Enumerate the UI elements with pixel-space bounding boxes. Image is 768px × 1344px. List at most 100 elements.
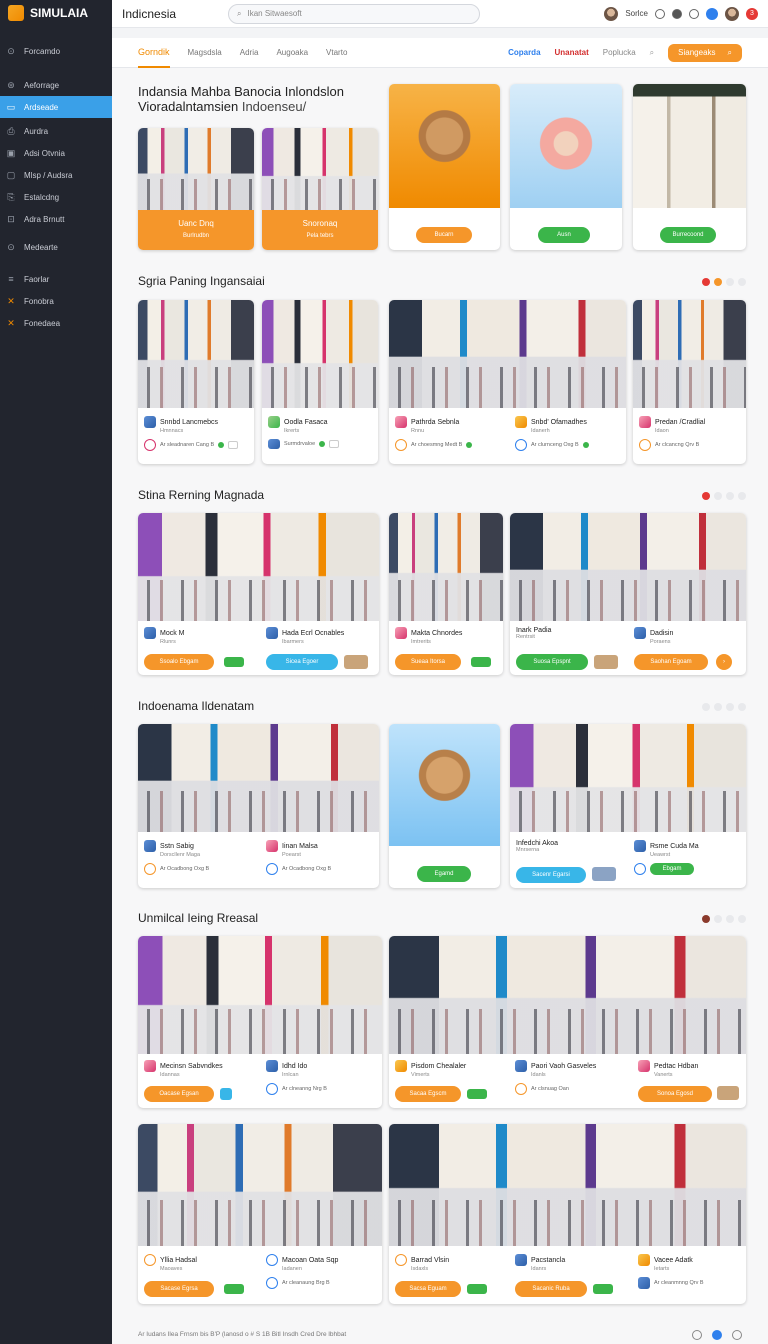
- tab-adria[interactable]: Adria: [240, 38, 259, 68]
- promo-card[interactable]: Ausn: [510, 84, 622, 250]
- listing-button[interactable]: Sueaa Itorsa: [395, 654, 461, 670]
- sidebar-item-fonedaea[interactable]: ✕ Fonedaea: [0, 312, 112, 334]
- doc-icon: ⎙: [7, 125, 15, 136]
- tab-vtarto[interactable]: Vtarto: [326, 38, 347, 68]
- listing-card[interactable]: Yllia Hadsal Maoaves Sacase Egrsa Macoan…: [138, 1124, 382, 1304]
- share-icon[interactable]: [220, 1088, 232, 1100]
- sidebar-item-aurdra[interactable]: ⎙ Aurdra: [0, 120, 112, 142]
- primary-action-button[interactable]: Siangeaks ⌕: [668, 43, 742, 62]
- promo-button[interactable]: Ausn: [538, 227, 590, 243]
- tag-badge: [467, 1284, 487, 1294]
- listing-card[interactable]: Predan /Cradlial Idaon Ar clcancng Qrv B: [633, 300, 746, 464]
- settings-icon[interactable]: [672, 8, 682, 19]
- profile-avatar[interactable]: [725, 6, 739, 21]
- tag-icon: ⊛: [7, 79, 15, 90]
- listing-card[interactable]: Pisdom Chealaler Vimerts Sacaa Egscm Pao…: [389, 936, 746, 1108]
- section-controls[interactable]: [702, 278, 746, 286]
- promo-card[interactable]: Burrecoond: [633, 84, 746, 250]
- promo-button[interactable]: Bucarn: [416, 227, 472, 243]
- listing-name: Rsme Cuda Ma: [650, 842, 699, 850]
- sidebar-item-mlsp-audsra[interactable]: ▢ Mlsp / Audsra: [0, 164, 112, 186]
- listing-button[interactable]: Sonoa Egosd: [638, 1086, 712, 1102]
- tab-link-unanatat[interactable]: Unanatat: [555, 48, 589, 57]
- settings-icon: ⎘: [7, 191, 15, 202]
- listing-button[interactable]: Sacanic Ruba: [515, 1281, 587, 1297]
- section-controls[interactable]: [702, 915, 746, 923]
- hero-card[interactable]: Snoronaq Pela tebrs: [262, 128, 378, 250]
- listing-name: Idhd Ido: [282, 1062, 308, 1070]
- notification-badge[interactable]: 3: [746, 7, 758, 20]
- listing-button[interactable]: Suosa Epspnt: [516, 654, 588, 670]
- help-icon[interactable]: [655, 8, 665, 19]
- brand-icon: [634, 863, 646, 875]
- promo-card[interactable]: Bucarn: [389, 84, 500, 250]
- listing-button[interactable]: Sacenr Egarsi: [516, 867, 586, 883]
- user-avatar[interactable]: [604, 6, 619, 21]
- logo-mark-icon: [8, 5, 24, 21]
- sidebar-item-faorlar[interactable]: ≡ Faorlar: [0, 268, 112, 290]
- grid-icon: ▭: [6, 101, 16, 112]
- listing-button[interactable]: Sacsa Eguam: [395, 1281, 461, 1297]
- section-controls[interactable]: [702, 492, 746, 500]
- chart-icon: ⊡: [7, 213, 15, 224]
- listing-sub: Ietarts: [654, 1266, 670, 1272]
- listing-card[interactable]: Mecinsn Sabvndkes Idannas Oacase Egsan I…: [138, 936, 382, 1108]
- chat-icon[interactable]: [712, 1330, 722, 1340]
- mall-photo: [633, 300, 746, 408]
- listing-card[interactable]: Infedchi Akoa Mnrserna Sacenr Egarsi Rsm…: [510, 724, 746, 888]
- tab-link-coparda[interactable]: Coparda: [508, 48, 540, 57]
- next-arrow-icon[interactable]: ›: [716, 654, 732, 670]
- brand-icon: [395, 439, 407, 451]
- listing-sub: Idanerh: [531, 428, 550, 434]
- promo-button[interactable]: Egamd: [417, 866, 471, 882]
- sidebar-item-estalcdng[interactable]: ⎘ Estalcdng: [0, 186, 112, 208]
- listing-button[interactable]: Oacase Egsan: [144, 1086, 214, 1102]
- favorite-icon[interactable]: [228, 441, 239, 449]
- bell-icon[interactable]: [706, 7, 718, 20]
- search-box[interactable]: ⌕ Ikan Sitwaesoft: [228, 3, 480, 24]
- tab-link-poplucka[interactable]: Poplucka: [603, 48, 636, 57]
- tab-gorndik[interactable]: Gorndik: [138, 38, 170, 68]
- brand-name: SIMULAIA: [30, 6, 88, 20]
- sidebar-item-adsi-otvnia[interactable]: ▣ Adsi Otvnia: [0, 142, 112, 164]
- listing-card[interactable]: Barrad Vlsin Isdaxls Sacsa Eguam Pacstan…: [389, 1124, 746, 1304]
- tab-magsdsla[interactable]: Magsdsla: [188, 38, 222, 68]
- listing-card[interactable]: Inark Padia Rentrsit Suosa Epspnt Dadisi…: [510, 513, 746, 675]
- sidebar-item-ardseade[interactable]: ▭ Ardseade: [0, 96, 112, 118]
- tab-augoaka[interactable]: Augoaka: [276, 38, 308, 68]
- listing-card[interactable]: Pathrda Sebnla Rnnu Ar choesmng Medt B S…: [389, 300, 626, 464]
- listing-button[interactable]: Sicea Egoer: [266, 654, 338, 670]
- search-icon: ⌕: [727, 47, 732, 57]
- info-icon[interactable]: [732, 1330, 742, 1340]
- promo-button[interactable]: Burrecoond: [660, 227, 716, 243]
- listing-card[interactable]: Snnbd Lancmebcs Hmnnacs Ar sleadnaren Ca…: [138, 300, 254, 464]
- search-input[interactable]: Ikan Sitwaesoft: [247, 9, 301, 18]
- globe-icon[interactable]: [689, 8, 699, 19]
- listing-card[interactable]: Sstn Sabig Dorscllenr Maga Ar Ocadbong O…: [138, 724, 379, 888]
- sidebar-item-medearte[interactable]: ⊙ Medearte: [0, 236, 112, 258]
- listing-sub: Idanrs: [531, 1266, 547, 1272]
- listing-button[interactable]: Ssoalo Ebgam: [144, 654, 214, 670]
- sidebar-item-forcamdo[interactable]: ⊙ Forcamdo: [0, 40, 112, 62]
- listing-sub: Rnnu: [411, 428, 425, 434]
- sidebar-item-fonobra[interactable]: ✕ Fonobra: [0, 290, 112, 312]
- listing-button[interactable]: Saohan Egoam: [634, 654, 708, 670]
- mall-photo: [510, 513, 746, 621]
- search-icon[interactable]: ⌕: [650, 48, 654, 58]
- listing-button[interactable]: Sacaa Egscm: [395, 1086, 461, 1102]
- hero-card[interactable]: Uanc Dnq Burlrudbn: [138, 128, 254, 250]
- sidebar-item-aeforrage[interactable]: ⊛ Aeforrage: [0, 74, 112, 96]
- brand-logo[interactable]: SIMULAIA: [0, 0, 112, 26]
- promo-card[interactable]: Egamd: [389, 724, 500, 888]
- sidebar-item-adra-brnutt[interactable]: ⊡ Adra Brnutt: [0, 208, 112, 230]
- listing-card[interactable]: Makta Chnordes Imtrerits Sueaa Itorsa: [389, 513, 503, 675]
- section-controls[interactable]: [702, 703, 746, 711]
- listing-name: Pedtac Hdban: [654, 1062, 699, 1070]
- user-label[interactable]: Sorlce: [625, 9, 648, 18]
- listing-card[interactable]: Oodla Fasaca Ikrerts Surmdrvaloe: [262, 300, 378, 464]
- brand-icon: [515, 1083, 527, 1095]
- help-icon[interactable]: [692, 1330, 702, 1340]
- listing-card[interactable]: Mock M Rlunrs Ssoalo Ebgam Hada Ecrl Ocn…: [138, 513, 379, 675]
- listing-button[interactable]: Sacase Egrsa: [144, 1281, 214, 1297]
- favorite-icon[interactable]: [329, 440, 340, 448]
